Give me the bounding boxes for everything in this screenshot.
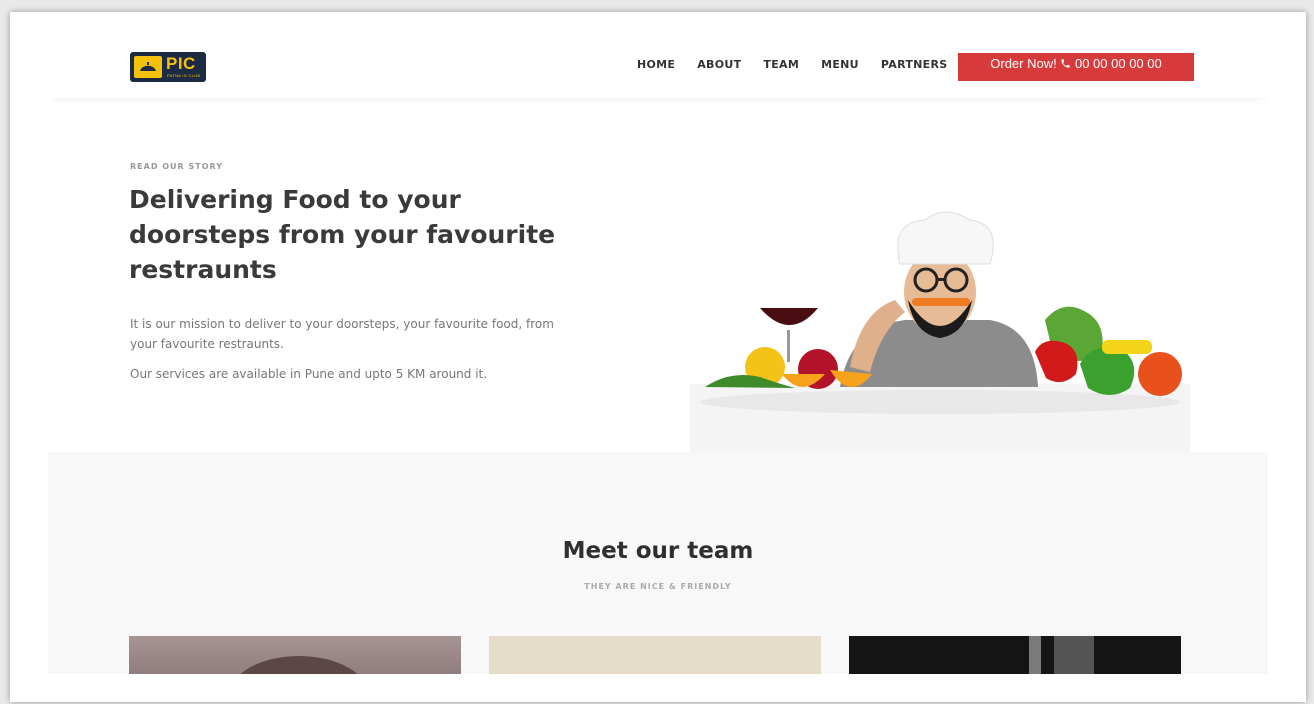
team-subtitle: THEY ARE NICE & FRIENDLY — [584, 582, 732, 591]
nav-item-partners[interactable]: PARTNERS — [881, 58, 948, 71]
order-label: Order Now! — [990, 56, 1057, 71]
nav-item-menu[interactable]: MENU — [821, 58, 859, 71]
nav-item-team[interactable]: TEAM — [763, 58, 799, 71]
team-section: Meet our team THEY ARE NICE & FRIENDLY — [48, 452, 1268, 702]
order-phone-number: 00 00 00 00 00 — [1074, 56, 1162, 71]
logo-subtext: PATNA IN CLUB — [167, 73, 201, 78]
order-now-button[interactable]: Order Now! 00 00 00 00 00 — [958, 53, 1194, 81]
hero-title: Delivering Food to your doorsteps from y… — [129, 185, 556, 284]
nav-item-about[interactable]: ABOUT — [697, 58, 741, 71]
hero-eyebrow: READ OUR STORY — [130, 162, 224, 171]
logo-text: PIC — [166, 54, 196, 73]
browser-page: PIC PATNA IN CLUB HOME ABOUT TEAM MENU P… — [10, 12, 1306, 702]
hero-mission-text: It is our mission to deliver to your doo… — [130, 317, 554, 351]
hero-service-area-text: Our services are available in Pune and u… — [130, 367, 488, 381]
site-header: PIC PATNA IN CLUB HOME ABOUT TEAM MENU P… — [48, 12, 1268, 98]
phone-icon — [1060, 53, 1071, 75]
site-logo[interactable]: PIC PATNA IN CLUB — [130, 52, 206, 82]
chef-illustration — [690, 211, 1190, 452]
page-bottom-edge — [10, 674, 1306, 702]
team-title: Meet our team — [562, 538, 754, 564]
logo-mark-icon — [134, 56, 162, 78]
nav-item-home[interactable]: HOME — [637, 58, 675, 71]
main-nav: HOME ABOUT TEAM MENU PARTNERS — [637, 58, 969, 71]
